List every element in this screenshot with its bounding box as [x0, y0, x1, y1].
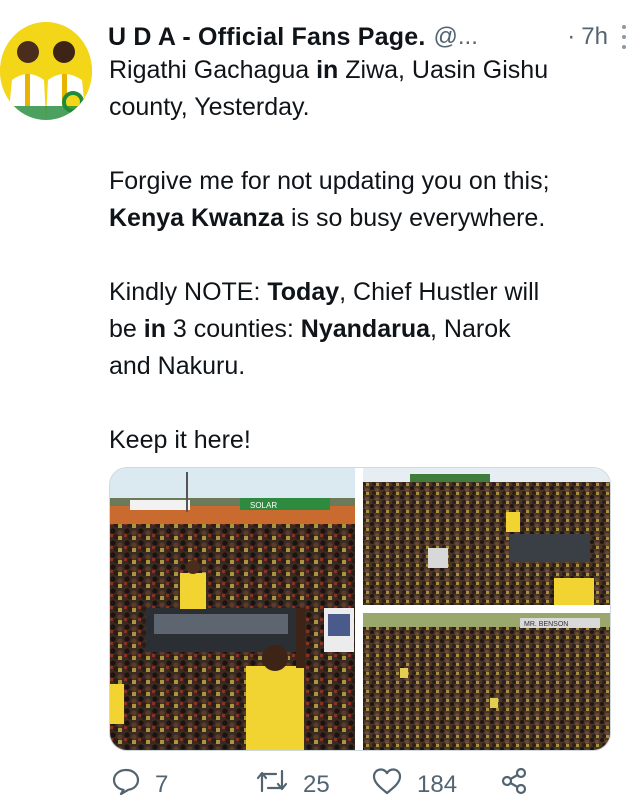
text-bold: in: [316, 56, 339, 84]
photo-sign-text: MR. BENSON: [524, 621, 568, 628]
tweet-text: Rigathi Gachagua in Ziwa, Uasin Gishu co…: [109, 52, 619, 459]
text-line: Kenya Kwanza is so busy everywhere.: [109, 200, 619, 237]
retweet-icon: [255, 766, 289, 803]
tweet-actions: 7 25 184: [109, 766, 629, 802]
photo-3[interactable]: MR. BENSON: [363, 613, 610, 750]
like-count: 184: [417, 770, 458, 798]
share-icon: [499, 766, 529, 803]
photo-2[interactable]: [363, 468, 610, 605]
avatar[interactable]: [0, 22, 92, 120]
author-handle[interactable]: @...: [434, 23, 478, 51]
share-button[interactable]: [499, 766, 529, 803]
text-line: Forgive me for not updating you on this;: [109, 163, 619, 200]
text-bold: Kenya Kwanza: [109, 204, 285, 232]
like-icon: [371, 766, 403, 803]
time-separator: ·: [567, 23, 576, 50]
reply-count: 7: [155, 770, 169, 798]
text-segment: , Narok: [430, 315, 511, 343]
text-segment: and Nakuru.: [109, 352, 246, 380]
author-name[interactable]: U D A - Official Fans Page.: [108, 23, 426, 52]
text-line: Keep it here!: [109, 422, 619, 459]
media-grid: SOLAR MR. BENSON: [109, 467, 611, 751]
text-segment: Kindly NOTE:: [109, 278, 268, 306]
text-segment: county, Yesterday.: [109, 93, 310, 121]
text-segment: 3 counties:: [165, 315, 301, 343]
text-line: county, Yesterday.: [109, 89, 619, 126]
text-segment: Keep it here!: [109, 426, 251, 454]
text-segment: be: [109, 315, 144, 343]
text-bold: in: [143, 315, 166, 343]
reply-icon: [111, 766, 141, 803]
text-segment: is so busy everywhere.: [284, 204, 546, 232]
tweet-time[interactable]: 7h: [581, 23, 608, 51]
text-line: and Nakuru.: [109, 348, 619, 385]
retweet-count: 25: [303, 770, 330, 798]
text-segment: Forgive me for not updating you on this;: [109, 167, 550, 195]
text-bold: Today: [267, 278, 340, 306]
text-segment: Ziwa, Uasin Gishu: [338, 56, 549, 84]
text-segment: Rigathi Gachagua: [109, 56, 317, 84]
text-line: be in 3 counties: Nyandarua, Narok: [109, 311, 619, 348]
more-icon[interactable]: [622, 23, 628, 51]
reply-button[interactable]: 7: [111, 766, 168, 803]
text-bold: Nyandarua: [300, 315, 431, 343]
like-button[interactable]: 184: [371, 766, 457, 803]
text-line: Kindly NOTE: Today, Chief Hustler will: [109, 274, 619, 311]
text-segment: , Chief Hustler will: [339, 278, 540, 306]
photo-sign-text: SOLAR: [250, 501, 277, 510]
tweet-header: U D A - Official Fans Page. @... · 7h: [108, 20, 628, 54]
retweet-button[interactable]: 25: [255, 766, 330, 803]
text-line: Rigathi Gachagua in Ziwa, Uasin Gishu: [109, 52, 619, 89]
photo-1[interactable]: SOLAR: [110, 468, 355, 750]
